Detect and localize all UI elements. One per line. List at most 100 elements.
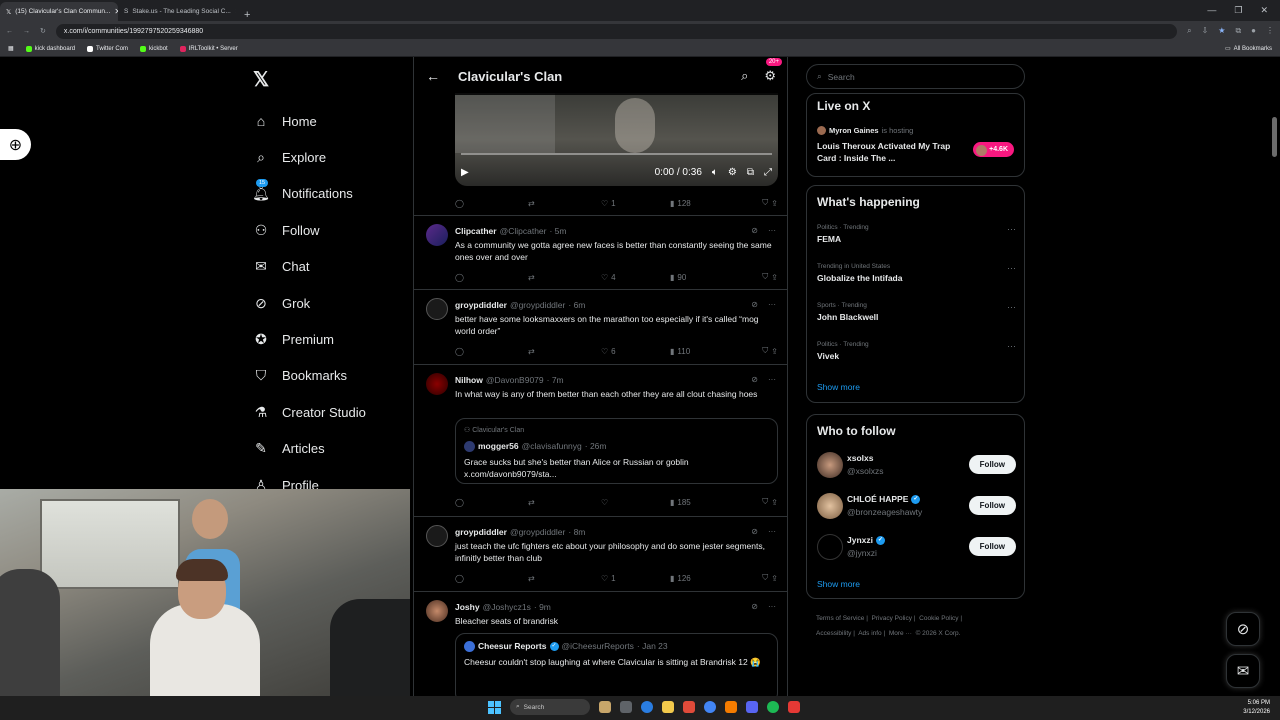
avatar[interactable] [426,525,448,547]
play-icon[interactable]: ▶ [461,167,469,178]
trend-item[interactable]: Politics · Trending Vivek ··· [817,341,1016,361]
more-icon[interactable]: ··· [768,602,776,611]
extensions-icon[interactable]: ⧉ [1235,26,1241,36]
forward-icon[interactable]: → [23,28,30,35]
more-icon[interactable]: ··· [768,527,776,536]
all-bookmarks[interactable]: ▭ All Bookmarks [1225,45,1272,53]
repost-icon[interactable]: ⇄ [528,347,601,356]
scrollbar[interactable] [1272,117,1277,157]
views-count[interactable]: ▮ 185 [670,498,748,507]
quote-link[interactable]: x.com/davonb9079/sta... [464,468,769,480]
taskbar-search[interactable]: ⌕ Search [510,699,590,715]
grok-icon[interactable]: ⊘ [751,300,758,309]
sidebar-item-notifications[interactable]: 🔔︎ 15 Notifications [252,176,366,212]
volume-icon[interactable]: 🔈︎ [712,167,718,178]
grok-icon[interactable]: ⊘ [751,226,758,235]
star-icon[interactable]: ★ [1218,26,1225,36]
footer-link[interactable]: More ··· [889,630,912,637]
bookmark-item[interactable]: IRLToolkit • Server [179,45,238,52]
maximize-icon[interactable]: ❐ [1234,5,1242,16]
share-icon[interactable]: ⇪ [771,347,778,356]
live-space-title[interactable]: Louis Theroux Activated My Trap Card : I… [817,140,957,164]
video-player[interactable]: ▶ 0:00 / 0:36 🔈︎ ⚙ ⧉ ⤢ [455,93,778,186]
views-count[interactable]: ▮ 110 [670,347,748,356]
sidebar-item-premium[interactable]: ✪ Premium [252,321,366,357]
sidebar-item-home[interactable]: ⌂ Home [252,103,366,139]
trend-item[interactable]: Politics · Trending FEMA ··· [817,224,1016,244]
show-more-link[interactable]: Show more [817,579,860,589]
search-icon[interactable]: ⌕ [741,68,748,84]
bookmark-icon[interactable]: ⛉ [762,346,768,356]
post[interactable]: Nilhow @DavonB9079 · 7m ⊘ ··· In what way i… [414,364,787,516]
grok-icon[interactable]: ⊘ [751,527,758,536]
quoted-post[interactable]: Cheesur Reports ✓ @iCheesurReports · Jan 23… [455,633,778,696]
lens-search-icon[interactable]: ⊕ [0,129,31,160]
reply-icon[interactable]: ◯ [455,574,528,583]
menu-icon[interactable]: ⋮ [1266,26,1274,36]
listener-count[interactable]: +4.6K [973,142,1014,157]
avatar[interactable] [817,534,843,560]
more-icon[interactable]: ··· [768,226,776,235]
avatar[interactable] [426,298,448,320]
new-tab-button[interactable]: + [236,9,258,21]
show-more-link[interactable]: Show more [817,382,860,392]
video-progress-bar[interactable] [461,153,772,155]
grok-icon[interactable]: ⊘ [751,375,758,384]
x-logo-icon[interactable]: 𝕏 [253,67,269,92]
sidebar-item-bookmarks[interactable]: ⛉ Bookmarks [252,358,366,394]
bookmark-item[interactable]: kickbot [140,45,168,52]
file-explorer-icon[interactable] [662,701,674,713]
avatar[interactable] [817,452,843,478]
sidebar-item-articles[interactable]: ✎ Articles [252,431,366,467]
avatar[interactable] [426,600,448,622]
share-icon[interactable]: ⇪ [771,498,778,507]
footer-link[interactable]: Cookie Policy [919,615,958,622]
avatar[interactable] [817,493,843,519]
spotify-icon[interactable] [767,701,779,713]
windows-start-icon[interactable] [488,700,501,714]
back-arrow-icon[interactable]: ← [426,68,458,84]
repost-icon[interactable]: ⇄ [528,498,601,507]
repost-icon[interactable]: ⇄ [528,199,601,208]
sidebar-item-creator-studio[interactable]: ⚗ Creator Studio [252,394,366,430]
search-input[interactable]: ⌕ Search [806,64,1025,89]
post[interactable]: groypdiddler @groypdiddler · 8m ⊘ ··· just … [414,516,787,591]
browser-tab[interactable]: S Stake.us - The Leading Social C... ✕ [118,2,236,21]
avatar[interactable] [426,373,448,395]
views-count[interactable]: ▮ 128 [670,199,748,208]
reply-icon[interactable]: ◯ [455,273,528,282]
grok-float-button[interactable]: ⊘ [1226,612,1260,646]
follow-suggestion[interactable]: Jynxzi ✓ @jynxzi Follow [817,532,1016,562]
more-icon[interactable]: ··· [768,300,776,309]
repost-icon[interactable]: ⇄ [528,574,601,583]
reply-icon[interactable]: ◯ [455,498,528,507]
follow-suggestion[interactable]: CHLOÉ HAPPE ✓ @bronzeageshawty Follow [817,491,1016,521]
sidebar-item-grok[interactable]: ⊘ Grok [252,285,366,321]
like-button[interactable]: ♡ 4 [601,273,670,282]
bookmark-item[interactable]: Twitter Com [87,45,128,52]
more-icon[interactable]: ··· [1007,302,1016,312]
more-icon[interactable]: ··· [1007,224,1016,234]
discord-icon[interactable] [746,701,758,713]
follow-button[interactable]: Follow [968,537,1016,556]
share-icon[interactable]: ⇪ [771,273,778,282]
more-icon[interactable]: ··· [768,375,776,384]
edge-icon[interactable] [641,701,653,713]
zoom-icon[interactable]: ⌕ [1187,26,1191,36]
grok-icon[interactable]: ⊘ [751,602,758,611]
task-view-icon[interactable] [620,701,632,713]
footer-link[interactable]: Ads info [858,630,882,637]
bookmark-icon[interactable]: ⛉ [762,573,768,583]
sidebar-item-chat[interactable]: ✉ Chat [252,249,366,285]
app-icon[interactable] [683,701,695,713]
messages-float-button[interactable]: ✉ [1226,654,1260,688]
live-host[interactable]: Myron Gaines is hosting [817,126,913,135]
app-icon[interactable] [788,701,800,713]
follow-button[interactable]: Follow [968,496,1016,515]
system-clock[interactable]: 5:06 PM 3/12/2026 [1243,699,1270,717]
notifications-settings-icon[interactable]: ⚙ 20+ [764,58,782,84]
trend-item[interactable]: Sports · Trending John Blackwell ··· [817,302,1016,322]
browser-tab-active[interactable]: 𝕏 (15) Clavicular's Clan Commun... ✕ [0,2,118,21]
like-button[interactable]: ♡ [601,498,670,507]
minimize-icon[interactable]: — [1207,5,1216,16]
